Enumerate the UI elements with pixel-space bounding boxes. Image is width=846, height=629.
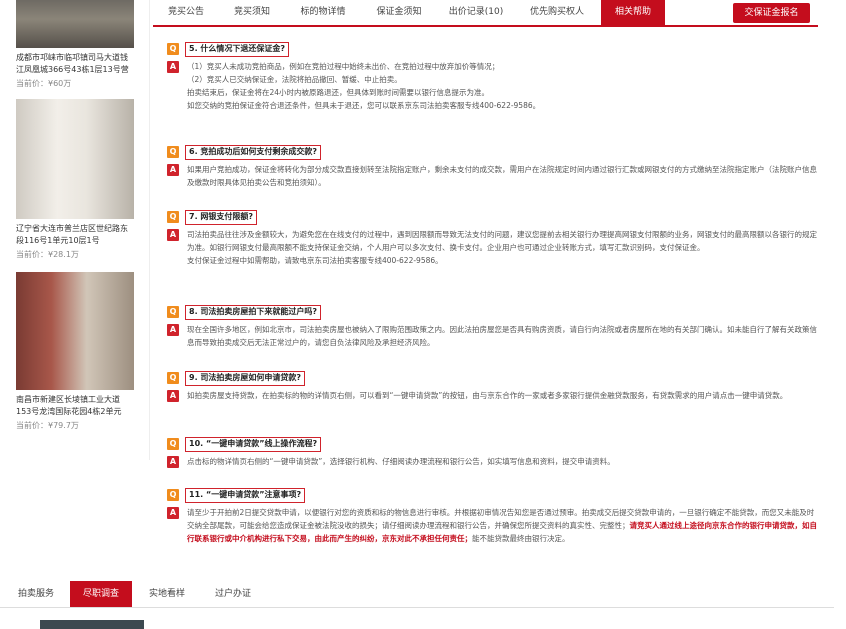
tab-transfer-title[interactable]: 过户办证 bbox=[202, 581, 264, 607]
detail-tabs: 竞买公告 竞买须知 标的物详情 保证金须知 出价记录(10) 优先购买权人 相关… bbox=[153, 0, 818, 27]
tab-due-diligence[interactable]: 尽职调查 bbox=[70, 581, 132, 607]
tab-help[interactable]: 相关帮助 bbox=[601, 0, 665, 25]
faq-answer: A 请至少于开拍前2日提交贷款申请，以便银行对您的资质和标的物信息进行审核。并根… bbox=[167, 506, 817, 545]
faq-answer: A 如拍卖房屋支持贷款，在拍卖标的物的详情页右侧，可以看到“一键申请贷款”的按钮… bbox=[167, 389, 817, 402]
answer-badge: A bbox=[167, 390, 179, 402]
tab-bidding-terms[interactable]: 竞买须知 bbox=[219, 0, 285, 25]
recommended-item-3[interactable]: 南昌市新建区长堎镇工业大道153号龙湾国际花园4栋2单元 当前价：¥79.7万 bbox=[16, 272, 134, 431]
property-thumbnail[interactable] bbox=[16, 272, 134, 390]
answer-badge: A bbox=[167, 164, 179, 176]
answer-badge: A bbox=[167, 456, 179, 468]
property-price: 当前价：¥28.1万 bbox=[16, 250, 79, 259]
faq-item: Q 8. 司法拍卖房屋拍下来就能过户吗? A 现在全国许多地区，例如北京市，司法拍… bbox=[167, 304, 817, 349]
property-price: 当前价：¥79.7万 bbox=[16, 421, 79, 430]
answer-badge: A bbox=[167, 507, 179, 519]
faq-question: 8. 司法拍卖房屋拍下来就能过户吗? bbox=[185, 304, 322, 320]
faq-question: 10. “一键申请贷款”线上操作流程? bbox=[185, 436, 322, 452]
answer-badge: A bbox=[167, 61, 179, 73]
faq-item: Q 6. 竞拍成功后如何支付剩余成交款? A 如果用户竞拍成功，保证金将转化为部分… bbox=[167, 144, 817, 189]
question-badge: Q bbox=[167, 306, 179, 318]
faq-question: 7. 网银支付限额? bbox=[185, 209, 258, 225]
question-badge: Q bbox=[167, 438, 179, 450]
property-title[interactable]: 成都市邛崃市临邛镇司马大道钱江凤凰城366号43栋1层13号营 bbox=[16, 52, 134, 76]
property-price: 当前价：¥60万 bbox=[16, 79, 72, 88]
question-badge: Q bbox=[167, 211, 179, 223]
faq-answer: A 如果用户竞拍成功，保证金将转化为部分成交款直接划转至法院指定账户，剩余未支付… bbox=[167, 163, 817, 189]
question-badge: Q bbox=[167, 146, 179, 158]
property-thumbnail[interactable] bbox=[16, 0, 134, 48]
faq-item: Q 5. 什么情况下退还保证金? A （1）竞买人未成功竞拍商品，例如在竞拍过程中… bbox=[167, 41, 817, 112]
faq-answer: A 点击标的物详情页右侧的“一键申请贷款”，选择银行机构、仔细阅读办理流程和银行… bbox=[167, 455, 817, 468]
recommended-item-1[interactable]: 成都市邛崃市临邛镇司马大道钱江凤凰城366号43栋1层13号营 当前价：¥60万 bbox=[16, 0, 134, 89]
answer-badge: A bbox=[167, 324, 179, 336]
tab-auction-service[interactable]: 拍卖服务 bbox=[6, 581, 66, 607]
faq-item: Q 10. “一键申请贷款”线上操作流程? A 点击标的物详情页右侧的“一键申请贷… bbox=[167, 436, 817, 468]
faq-item: Q 9. 司法拍卖房屋如何申请贷款? A 如拍卖房屋支持贷款，在拍卖标的物的详情页… bbox=[167, 370, 817, 402]
faq-answer: A 司法拍卖品往往涉及金额较大，为避免您在在线支付的过程中，遇到因限额而导致无法… bbox=[167, 228, 817, 267]
answer-badge: A bbox=[167, 229, 179, 241]
faq-answer: A 现在全国许多地区，例如北京市，司法拍卖房屋也被纳入了限购范围政策之内。因此法… bbox=[167, 323, 817, 349]
property-title[interactable]: 辽宁省大连市普兰店区世纪路东段116号1单元10层1号 bbox=[16, 223, 134, 247]
tab-priority-buyers[interactable]: 优先购买权人 bbox=[515, 0, 599, 25]
tab-bid-records[interactable]: 出价记录(10) bbox=[437, 0, 515, 25]
tab-site-visit[interactable]: 实地看样 bbox=[136, 581, 198, 607]
question-badge: Q bbox=[167, 489, 179, 501]
service-tabs: 拍卖服务 尽职调查 实地看样 过户办证 bbox=[0, 581, 834, 608]
question-badge: Q bbox=[167, 43, 179, 55]
property-title[interactable]: 南昌市新建区长堎镇工业大道153号龙湾国际花园4栋2单元 bbox=[16, 394, 134, 418]
service-image bbox=[40, 620, 144, 629]
faq-item: Q 7. 网银支付限额? A 司法拍卖品往往涉及金额较大，为避免您在在线支付的过程… bbox=[167, 209, 817, 267]
question-badge: Q bbox=[167, 372, 179, 384]
faq-question: 11. “一键申请贷款”注意事项? bbox=[185, 487, 306, 503]
recommended-sidebar: 成都市邛崃市临邛镇司马大道钱江凤凰城366号43栋1层13号营 当前价：¥60万… bbox=[0, 0, 150, 460]
faq-item: Q 11. “一键申请贷款”注意事项? A 请至少于开拍前2日提交贷款申请，以便银… bbox=[167, 487, 817, 545]
recommended-item-2[interactable]: 辽宁省大连市普兰店区世纪路东段116号1单元10层1号 当前价：¥28.1万 bbox=[16, 99, 134, 260]
faq-answer: A （1）竞买人未成功竞拍商品，例如在竞拍过程中始终未出价、在竞拍过程中放弃加价… bbox=[167, 60, 817, 112]
tab-deposit-terms[interactable]: 保证金须知 bbox=[361, 0, 437, 25]
tab-item-details[interactable]: 标的物详情 bbox=[285, 0, 361, 25]
faq-question: 6. 竞拍成功后如何支付剩余成交款? bbox=[185, 144, 322, 160]
tab-auction-notice[interactable]: 竞买公告 bbox=[153, 0, 219, 25]
faq-question: 9. 司法拍卖房屋如何申请贷款? bbox=[185, 370, 306, 386]
faq-question: 5. 什么情况下退还保证金? bbox=[185, 41, 290, 57]
property-thumbnail[interactable] bbox=[16, 99, 134, 219]
pay-deposit-button[interactable]: 交保证金报名 bbox=[733, 3, 810, 23]
